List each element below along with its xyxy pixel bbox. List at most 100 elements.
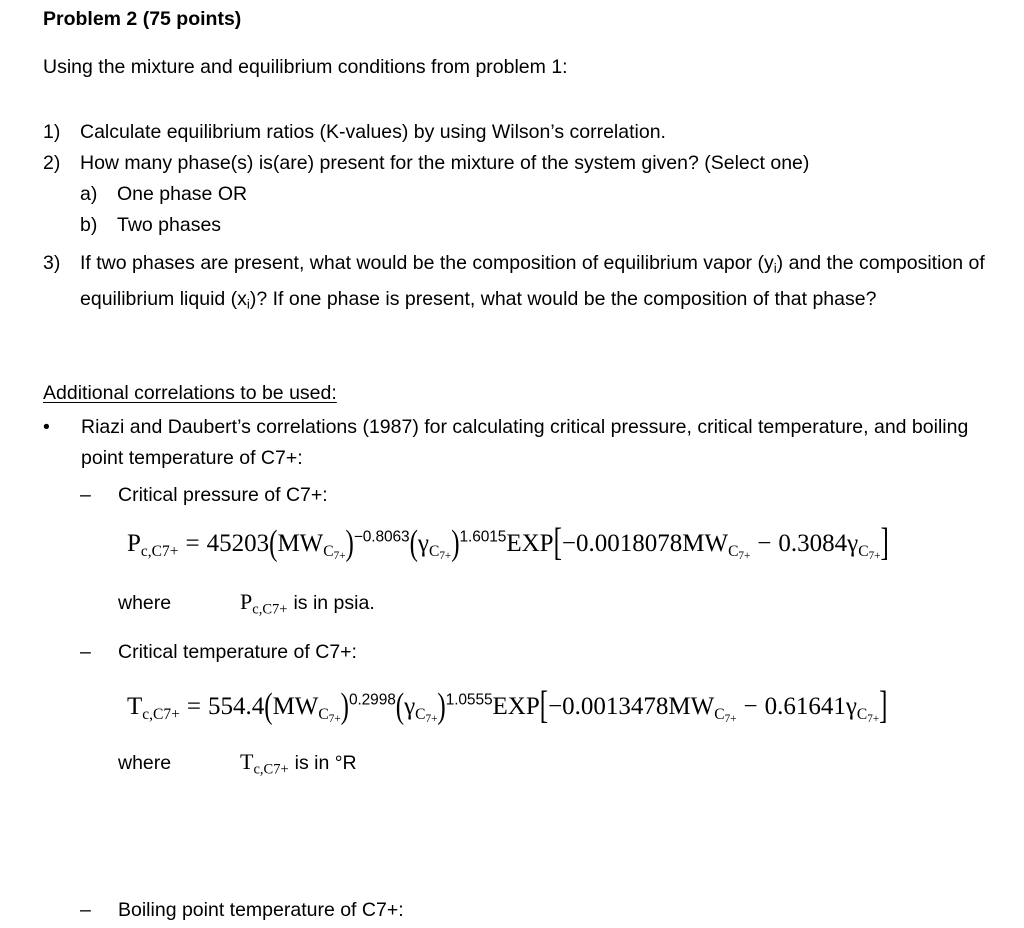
formula-close-paren: ) bbox=[340, 686, 349, 727]
formula-term-2-subscript-7plus: 7+ bbox=[868, 550, 881, 563]
formula-gamma-subscript-c: C bbox=[415, 705, 426, 723]
list-item-text: Critical pressure of C7+: bbox=[118, 484, 328, 506]
formula-lhs-subscript: c,C7+ bbox=[140, 542, 179, 560]
formula-exponent-2: 1.6015 bbox=[459, 528, 507, 546]
formula-term-2-gamma: γ bbox=[847, 530, 859, 557]
formula-term-1-subscript-c: C bbox=[714, 705, 725, 723]
formula-open-paren: ( bbox=[269, 523, 278, 564]
where-symbol-subscript: c,C7+ bbox=[252, 601, 288, 618]
bullet-icon: • bbox=[43, 416, 50, 438]
formula-equals: = bbox=[186, 693, 201, 720]
formula-term-1-subscript-c: C bbox=[728, 542, 739, 560]
formula-term-1-subscript: C7+ bbox=[714, 705, 737, 726]
formula-open-paren: ( bbox=[264, 686, 273, 727]
where-symbol: Pc,C7+ bbox=[240, 588, 288, 618]
formula-exponent-1: 0.2998 bbox=[348, 691, 396, 709]
list-item-option-a: a) One phase OR bbox=[80, 179, 1000, 210]
page-title: Problem 2 (75 points) bbox=[43, 8, 242, 30]
list-item-text: One phase OR bbox=[117, 183, 248, 205]
list-item-boiling-point: – Boiling point temperature of C7+: bbox=[80, 895, 1000, 926]
list-item-text: Critical temperature of C7+: bbox=[118, 641, 357, 663]
formula-lhs-variable: T bbox=[127, 693, 143, 720]
formula-base-mw: MW bbox=[272, 693, 319, 720]
list-marker: 2) bbox=[43, 152, 61, 174]
list-item-text: Two phases bbox=[117, 214, 222, 236]
where-symbol: Tc,C7+ bbox=[240, 748, 289, 778]
list-item-question-1: 1) Calculate equilibrium ratios (K-value… bbox=[43, 117, 1003, 148]
where-rest: is in °R bbox=[294, 752, 357, 774]
where-rest: is in psia. bbox=[293, 592, 375, 614]
list-item-text: Riazi and Daubert’s correlations (1987) … bbox=[81, 416, 969, 469]
list-item-question-3: 3) If two phases are present, what would… bbox=[43, 248, 1006, 319]
formula-lhs-subscript: c,C7+ bbox=[142, 705, 180, 723]
formula-close-bracket: ] bbox=[879, 685, 888, 728]
formula-term-2-subscript: C7+ bbox=[858, 542, 881, 563]
where-label: where bbox=[118, 592, 172, 614]
formula-term-1-subscript-7plus: 7+ bbox=[738, 550, 751, 563]
formula-base-subscript-7plus: 7+ bbox=[333, 550, 346, 563]
formula-term-2-subscript-c: C bbox=[856, 705, 868, 723]
where-symbol-variable: T bbox=[240, 749, 254, 774]
list-item-critical-pressure: – Critical pressure of C7+: bbox=[80, 480, 1000, 511]
list-item-text: If two phases are present, what would be… bbox=[80, 248, 1006, 319]
dash-icon: – bbox=[80, 484, 91, 506]
formula-open-paren-2: ( bbox=[395, 686, 405, 727]
formula-gamma: γ bbox=[417, 530, 429, 557]
question-3-part-3: )? If one phase is present, what would b… bbox=[249, 287, 877, 310]
list-item-text: Calculate equilibrium ratios (K-values) … bbox=[80, 121, 666, 143]
dash-icon: – bbox=[80, 641, 91, 663]
formula-term-2: 0.3084 bbox=[778, 530, 848, 557]
where-symbol-variable: P bbox=[240, 589, 253, 614]
list-item-critical-temperature: – Critical temperature of C7+: bbox=[80, 637, 1000, 668]
formula-base-subscript-7plus: 7+ bbox=[328, 713, 341, 726]
formula-close-paren-2: ) bbox=[451, 523, 460, 564]
formula-gamma-subscript-7plus: 7+ bbox=[439, 550, 452, 563]
formula-lhs-variable: P bbox=[127, 530, 141, 557]
list-marker: 1) bbox=[43, 121, 61, 143]
formula-coefficient: 45203 bbox=[206, 530, 270, 557]
formula-minus: − bbox=[757, 530, 772, 557]
formula-gamma-subscript: C7+ bbox=[428, 542, 452, 563]
document-page: Problem 2 (75 points) Using the mixture … bbox=[0, 0, 1024, 928]
formula-critical-temperature: Tc,C7+ = 554.4(MWC7+)0.2998(γC7+)1.0555EXP… bbox=[127, 687, 887, 726]
formula-base-subscript: C7+ bbox=[323, 542, 346, 563]
intro-paragraph: Using the mixture and equilibrium condit… bbox=[43, 56, 568, 78]
list-item-question-2: 2) How many phase(s) is(are) present for… bbox=[43, 148, 1003, 179]
question-3-part-1: If two phases are present, what would be… bbox=[80, 252, 774, 274]
list-item-option-b: b) Two phases bbox=[80, 210, 1000, 241]
formula-base-subscript-c: C bbox=[323, 542, 334, 560]
where-line-temperature: where Tc,C7+ is in °R bbox=[118, 748, 357, 777]
formula-exp-label: EXP bbox=[506, 530, 554, 557]
list-item-bullet-riazi: • Riazi and Daubert’s correlations (1987… bbox=[43, 412, 1006, 474]
formula-exponent-1: −0.8063 bbox=[353, 528, 410, 546]
formula-base-subscript-c: C bbox=[318, 705, 329, 723]
formula-base-mw: MW bbox=[277, 530, 324, 557]
formula-term-1: −0.0018078MW bbox=[561, 530, 729, 557]
where-label: where bbox=[118, 752, 172, 774]
dash-icon: – bbox=[80, 899, 91, 921]
where-symbol-subscript: c,C7+ bbox=[253, 761, 289, 778]
list-marker: 3) bbox=[43, 252, 61, 274]
formula-open-bracket: [ bbox=[539, 685, 549, 728]
formula-equals: = bbox=[185, 530, 200, 557]
formula-close-bracket: ] bbox=[880, 522, 889, 565]
formula-minus: − bbox=[743, 693, 758, 720]
formula-gamma-subscript-c: C bbox=[428, 542, 440, 560]
formula-critical-pressure: Pc,C7+ = 45203(MWC7+)−0.8063(γC7+)1.6015EX… bbox=[127, 524, 889, 563]
formula-term-2-subscript-7plus: 7+ bbox=[867, 713, 880, 726]
formula-close-paren-2: ) bbox=[437, 686, 446, 727]
formula-term-2-gamma: γ bbox=[845, 693, 857, 720]
list-marker: b) bbox=[80, 214, 98, 236]
formula-term-1-subscript-7plus: 7+ bbox=[724, 713, 737, 726]
formula-gamma-subscript: C7+ bbox=[415, 705, 437, 725]
where-line-pressure: where Pc,C7+ is in psia. bbox=[118, 588, 375, 617]
formula-term-2-subscript-c: C bbox=[858, 542, 869, 560]
formula-term-1: −0.0013478MW bbox=[548, 693, 715, 720]
formula-term-2-subscript: C7+ bbox=[856, 705, 880, 726]
formula-exponent-2: 1.0555 bbox=[445, 691, 493, 709]
formula-coefficient: 554.4 bbox=[207, 693, 265, 720]
formula-base-subscript: C7+ bbox=[318, 705, 341, 726]
formula-exp-label: EXP bbox=[492, 693, 540, 720]
formula-term-2: 0.61641 bbox=[764, 693, 846, 720]
formula-gamma: γ bbox=[404, 693, 416, 720]
